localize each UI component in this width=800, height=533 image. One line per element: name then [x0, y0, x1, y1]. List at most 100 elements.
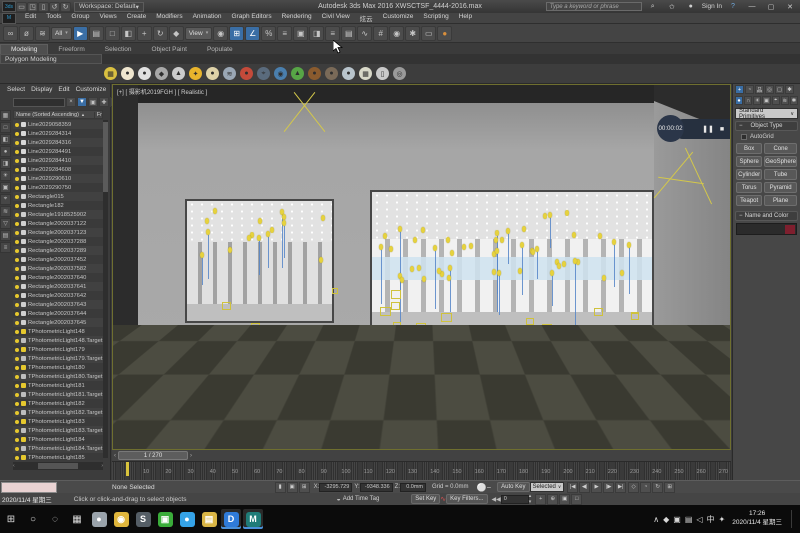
help-icon[interactable]: ◎: [393, 67, 406, 80]
ime-lang-icon[interactable]: 中: [707, 514, 715, 525]
user-icon[interactable]: ●: [683, 1, 699, 12]
list-item[interactable]: Line2029284491: [13, 147, 103, 156]
zh-mode-icon[interactable]: 中: [693, 377, 700, 387]
open-file-icon[interactable]: ◳: [27, 2, 38, 12]
viewport-label[interactable]: [+] [ 摄影机2019FGH ] [ Realistic ]: [117, 87, 207, 96]
zoom-all-icon[interactable]: ⊕: [547, 494, 558, 505]
display-none-icon[interactable]: □: [0, 122, 11, 133]
schematic-view-icon[interactable]: #: [373, 26, 388, 41]
app-notes[interactable]: ▣: [155, 509, 175, 529]
plane-primitive-icon[interactable]: ◆: [155, 67, 168, 80]
scroll-right-icon[interactable]: ›: [101, 463, 103, 469]
list-item[interactable]: Line2029284410: [13, 156, 103, 165]
list-item[interactable]: TPhotometricLight185: [13, 453, 103, 460]
frame-spinner[interactable]: ▴▾: [529, 493, 532, 505]
isolate-toggle-icon[interactable]: ▮: [275, 482, 286, 493]
menu-help[interactable]: Help: [454, 13, 477, 23]
list-item[interactable]: Rectangle2002037644: [13, 309, 103, 318]
list-item[interactable]: Rectangle2002037641: [13, 282, 103, 291]
fullwidth-icon[interactable]: ‚: [705, 377, 707, 387]
menu-rendering[interactable]: Rendering: [277, 13, 317, 23]
settings-tray-icon[interactable]: ▣: [673, 514, 681, 525]
app-dingtalk[interactable]: D: [221, 509, 241, 529]
list-item[interactable]: Rectangle2002037122: [13, 219, 103, 228]
scale-icon[interactable]: ◆: [169, 26, 184, 41]
render-production-icon[interactable]: ●: [437, 26, 452, 41]
menu-modifiers[interactable]: Modifiers: [151, 13, 187, 23]
abs-mode-icon[interactable]: ⊞: [299, 482, 310, 493]
select-object-icon[interactable]: ▶: [73, 26, 88, 41]
offset-lock-icon[interactable]: ▣: [287, 482, 298, 493]
lights-cat-icon[interactable]: ☀: [753, 96, 761, 105]
prev-frame-icon[interactable]: ◀◀: [492, 496, 501, 503]
key-mode-dropdown[interactable]: Selected∨: [530, 482, 565, 492]
layer-manager-icon[interactable]: ▤: [341, 26, 356, 41]
maxscript-mini-listener[interactable]: [1, 482, 57, 493]
list-item[interactable]: Line2029284314: [13, 129, 103, 138]
redo-icon[interactable]: ↻: [60, 2, 71, 12]
time-slider-button[interactable]: 1 / 270: [118, 451, 188, 460]
ball-icon[interactable]: ●: [342, 67, 355, 80]
building-icon[interactable]: ▦: [359, 67, 372, 80]
emoji-icon[interactable]: ◎: [709, 377, 715, 387]
explorer-search-input[interactable]: [13, 98, 65, 107]
volume-icon[interactable]: ◁: [696, 514, 702, 525]
systems-cat-icon[interactable]: ✱: [790, 96, 798, 105]
community-icon[interactable]: ✩: [664, 1, 680, 12]
name-color-rollout[interactable]: −Name and Color: [735, 211, 798, 221]
curve-editor-icon[interactable]: ∿: [357, 26, 372, 41]
list-item[interactable]: Line2029284316: [13, 138, 103, 147]
app-mouse[interactable]: ●: [89, 509, 109, 529]
list-item[interactable]: Rectangle2002037288: [13, 237, 103, 246]
sort-icon[interactable]: ▽: [0, 218, 11, 229]
louver-icon[interactable]: ≋: [223, 67, 236, 80]
tripod-icon[interactable]: ⌖: [257, 67, 270, 80]
y-coordinate-field[interactable]: -9348.336: [360, 483, 393, 492]
display-shapes-icon[interactable]: ◨: [0, 158, 11, 169]
zoom-region-icon[interactable]: □: [571, 494, 582, 505]
list-item[interactable]: TPhotometricLight184: [13, 435, 103, 444]
pen-icon[interactable]: ✎: [730, 125, 731, 133]
display-cameras-icon[interactable]: ▣: [0, 182, 11, 193]
explorer-column-header[interactable]: Name (Sorted Ascending) ▲ Fr: [13, 110, 103, 119]
defender-icon[interactable]: ◆: [663, 514, 669, 525]
search-go-icon[interactable]: ⌕: [645, 1, 661, 12]
close-button[interactable]: ✕: [782, 1, 798, 12]
list-item[interactable]: TPhotometricLight148.Target: [13, 336, 103, 345]
primitive-button-cone[interactable]: Cone: [764, 143, 797, 154]
show-desktop-button[interactable]: [791, 510, 796, 528]
display-tab-icon[interactable]: ▢: [775, 85, 784, 94]
spacewarps-cat-icon[interactable]: ≋: [781, 96, 789, 105]
list-item[interactable]: TPhotometricLight182.Target: [13, 408, 103, 417]
use-center-icon[interactable]: ◉: [213, 26, 228, 41]
rotate-icon[interactable]: ↻: [153, 26, 168, 41]
hierarchy-tab-icon[interactable]: 品: [755, 85, 764, 94]
save-file-icon[interactable]: ▯: [38, 2, 49, 12]
list-item[interactable]: Rectangle2002037645: [13, 318, 103, 327]
maximize-button[interactable]: ▢: [763, 1, 779, 12]
battery-icon[interactable]: ▯: [376, 67, 389, 80]
list-item[interactable]: Rectangle2002037642: [13, 291, 103, 300]
list-item[interactable]: TPhotometricLight180: [13, 363, 103, 372]
pick-icon[interactable]: ✚: [99, 97, 109, 107]
egg-shape-icon[interactable]: ●: [206, 67, 219, 80]
cameras-cat-icon[interactable]: ▣: [762, 96, 770, 105]
primitive-button-geosphere[interactable]: GeoSphere: [764, 156, 797, 167]
named-selection-icon[interactable]: ▣: [293, 26, 308, 41]
search-input[interactable]: Type a keyword or phrase: [546, 2, 642, 11]
list-item[interactable]: Line2029058359: [13, 120, 103, 129]
explorer-menu-select[interactable]: Select: [7, 86, 25, 96]
autogrid-checkbox[interactable]: [741, 134, 747, 140]
explorer-menu-edit[interactable]: Edit: [58, 86, 69, 96]
ribbon-tab-selection[interactable]: Selection: [95, 45, 142, 54]
list-item[interactable]: Rectangle2002037123: [13, 228, 103, 237]
menu-customize[interactable]: Customize: [378, 13, 419, 23]
utilities-tab-icon[interactable]: ✱: [785, 85, 794, 94]
add-time-tag[interactable]: Add Time Tag: [343, 496, 380, 502]
app-3dsmax[interactable]: M: [243, 509, 263, 529]
horse-icon[interactable]: ●: [308, 67, 321, 80]
x-coordinate-field[interactable]: -3295.729: [319, 483, 352, 492]
list-item[interactable]: Rectangle2002037582: [13, 264, 103, 273]
taskbar-clock[interactable]: 17:262020/11/4 星期三: [728, 510, 786, 528]
menu-炫云[interactable]: 炫云: [355, 13, 378, 23]
